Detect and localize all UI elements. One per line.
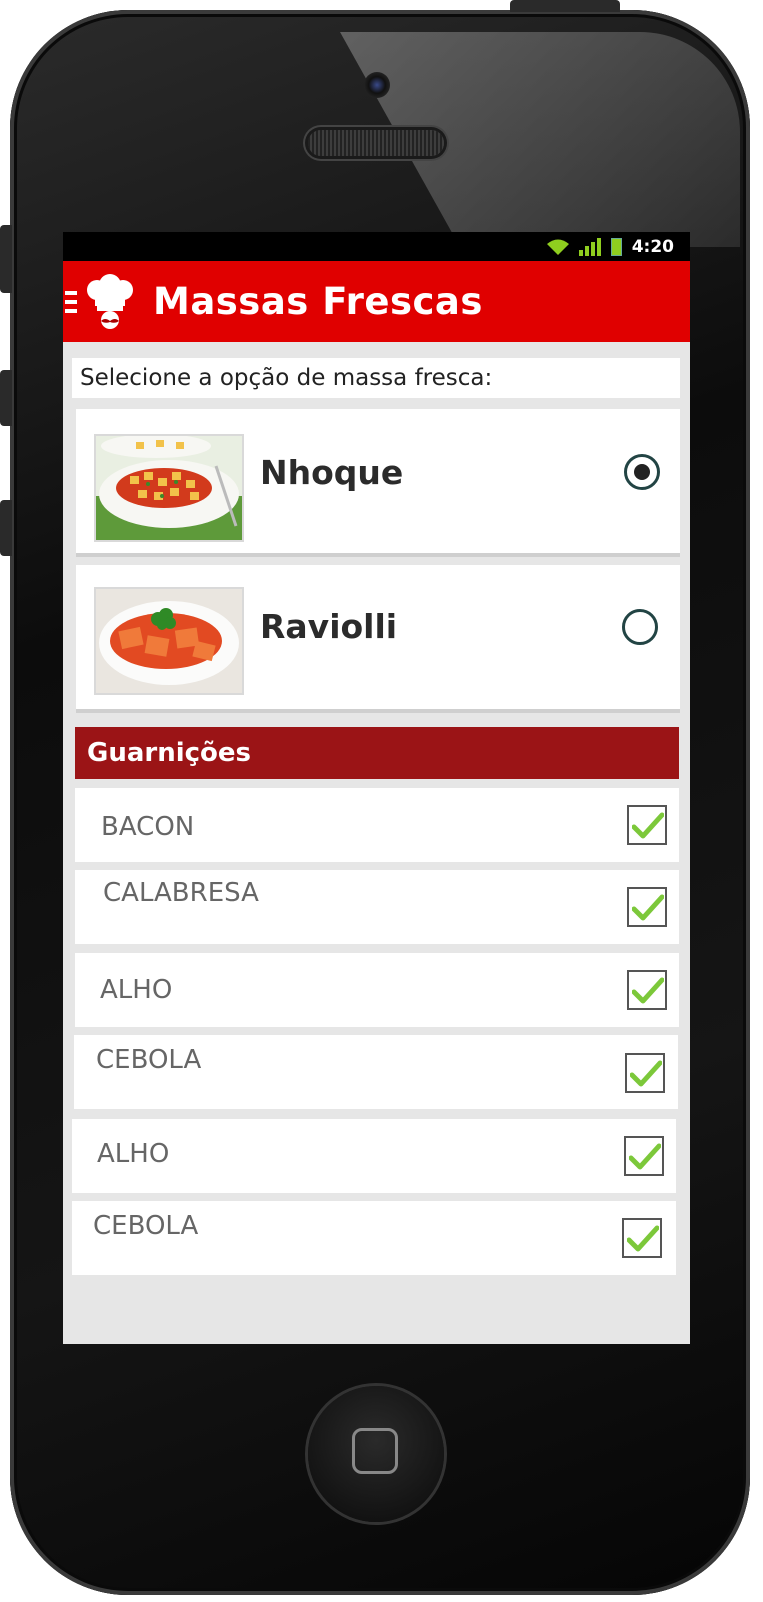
nhoque-image [94,434,244,542]
garnish-item-cebola[interactable]: CEBOLA [74,1035,678,1109]
radio-nhoque[interactable] [624,454,660,490]
checkbox-checked[interactable] [627,970,667,1010]
volume-down-button [0,500,12,556]
app-bar: Massas Frescas [63,261,690,342]
checkbox-checked[interactable] [627,805,667,845]
garnish-item-alho[interactable]: ALHO [75,953,679,1027]
chef-hat-icon [87,273,133,329]
garnish-label: CEBOLA [93,1211,199,1241]
status-time: 4:20 [631,236,674,257]
earpiece-speaker [308,130,444,156]
raviolli-image [94,587,244,695]
garnish-label: CEBOLA [96,1045,202,1075]
front-camera [364,72,390,98]
pasta-name: Nhoque [260,453,404,492]
signal-icon [578,237,601,256]
pasta-option-nhoque[interactable]: Nhoque [76,409,680,557]
wifi-icon [546,239,569,255]
garnish-item-alho[interactable]: ALHO [72,1119,676,1193]
home-button-icon [352,1428,398,1474]
garnish-item-cebola[interactable]: CEBOLA [72,1201,676,1275]
status-bar: 4:20 [63,232,690,261]
garnish-label: CALABRESA [103,878,259,908]
checkmark-icon [632,977,664,1004]
checkbox-checked[interactable] [627,887,667,927]
app-title: Massas Frescas [153,280,483,323]
garnish-item-bacon[interactable]: BACON [75,788,679,862]
garnish-label: BACON [101,812,195,842]
pasta-name: Raviolli [260,607,398,646]
checkbox-checked[interactable] [622,1218,662,1258]
checkmark-icon [630,1060,662,1087]
selection-prompt: Selecione a opção de massa fresca: [72,358,680,398]
checkbox-checked[interactable] [625,1053,665,1093]
garnish-label: ALHO [97,1139,170,1169]
app-screen: 4:20 Massas Frescas Selecione a opção de… [63,232,690,1344]
checkmark-icon [632,812,664,839]
garnish-label: ALHO [100,975,173,1005]
checkmark-icon [632,894,664,921]
checkbox-checked[interactable] [624,1136,664,1176]
pasta-option-raviolli[interactable]: Raviolli [76,565,680,713]
battery-icon [610,237,622,256]
garnish-item-calabresa[interactable]: CALABRESA [75,870,679,944]
volume-up-button [0,370,12,426]
mute-switch [0,225,12,293]
section-header-guarnicoes: Guarnições [75,727,679,779]
radio-raviolli[interactable] [622,609,658,645]
power-button [510,0,620,12]
menu-icon[interactable] [65,286,77,318]
checkmark-icon [627,1225,659,1252]
checkmark-icon [629,1143,661,1170]
